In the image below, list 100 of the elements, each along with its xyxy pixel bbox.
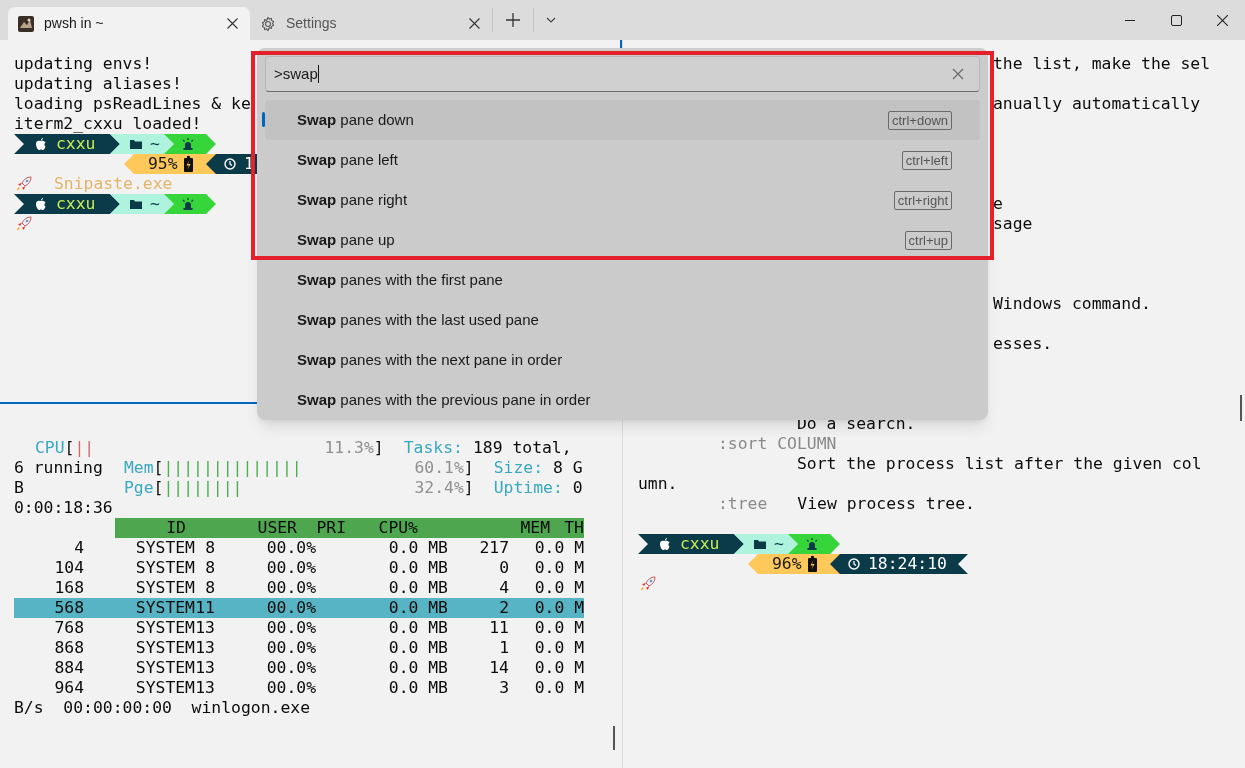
process-value: 13 — [195, 638, 215, 658]
terminal-text: e — [993, 194, 1003, 213]
process-value: 0.0 MB — [387, 658, 448, 678]
process-value: 00.0% — [265, 558, 316, 578]
meter-label: Mem — [124, 458, 154, 478]
key-binding: ctrl+up — [904, 230, 952, 250]
bracket: [ — [153, 458, 164, 478]
terminal-line: updating aliases! — [14, 74, 182, 93]
tab-title: pwsh in ~ — [44, 14, 105, 33]
palette-item-label: Swap panes with the last used pane — [297, 309, 540, 330]
process-value: 0.0 MB — [387, 678, 448, 698]
meter-label: Pge — [124, 478, 154, 498]
stat-label: Tasks: — [403, 438, 463, 458]
terminal-text: View process tree. — [797, 494, 975, 513]
stat-value: 189 total, — [472, 438, 572, 458]
stat-label: Uptime: — [493, 478, 563, 498]
process-value: 0.0 MB — [387, 578, 448, 598]
process-value: 104 — [53, 558, 84, 578]
process-value: 568 — [53, 598, 84, 618]
process-value: 4 — [73, 538, 84, 558]
stat-value: 8 G — [553, 458, 583, 478]
palette-item-label: Swap panes with the previous pane in order — [297, 389, 592, 410]
process-value: 14 — [488, 658, 509, 678]
meter-reading: 60.1% — [414, 458, 464, 478]
process-value: 0.0 M — [533, 618, 584, 638]
prompt-user: cxxu — [56, 134, 96, 154]
process-value: SYSTEM — [134, 638, 195, 658]
usage-ticks: || — [74, 438, 95, 457]
terminal-text: 0:00:18:36 — [14, 498, 113, 517]
terminal-text: Windows command. — [993, 294, 1151, 313]
process-value: 0.0 MB — [387, 638, 448, 658]
process-value: 00.0% — [265, 538, 316, 558]
palette-item-label: Swap pane down — [297, 109, 415, 130]
process-value: 217 — [478, 538, 509, 558]
prompt-user: cxxu — [56, 194, 96, 214]
terminal-line: updating envs! — [14, 54, 153, 73]
palette-item-label: Swap panes with the next pane in order — [297, 349, 564, 370]
terminal-text: :tree — [718, 494, 768, 513]
terminal-text: 6 running — [14, 458, 104, 478]
process-value: SYSTEM — [134, 618, 195, 638]
process-value: 0.0 M — [533, 678, 584, 698]
palette-item-label: Swap pane up — [297, 229, 396, 250]
palette-item-label: Swap pane left — [297, 149, 399, 170]
process-value: 0.0 M — [533, 538, 584, 558]
process-value: 00.0% — [265, 618, 316, 638]
usage-ticks: |||||||| — [163, 478, 243, 497]
bracket: [ — [153, 478, 164, 498]
process-value: 168 — [53, 578, 84, 598]
process-value: 0.0 M — [533, 578, 584, 598]
process-value: 11 — [195, 598, 215, 618]
process-value: 0.0 MB — [387, 538, 448, 558]
terminal-line: iterm2_cxxu loaded! — [14, 114, 202, 133]
program-name: Snipaste.exe — [54, 174, 173, 194]
stat-value: 0 — [572, 478, 583, 498]
process-value: 0.0 M — [533, 638, 584, 658]
terminal-text: esses. — [993, 334, 1053, 353]
palette-item-label: Swap pane right — [297, 189, 409, 210]
meter-reading: 11.3% — [324, 438, 374, 458]
process-value: 4 — [498, 578, 509, 598]
header-label: MEM — [519, 518, 550, 538]
process-value: 00.0% — [265, 638, 316, 658]
usage-ticks: |||||||||||||| — [163, 458, 302, 477]
meter-label: CPU — [35, 438, 65, 458]
process-value: 0.0 MB — [387, 618, 448, 638]
battery-level: 96% — [772, 554, 802, 574]
header-label: USER — [256, 518, 297, 538]
terminal-text: Sort the process list after the given col — [797, 454, 1202, 473]
meter-reading: 32.4% — [414, 478, 464, 498]
process-value: 1 — [498, 638, 509, 658]
terminal-text: :sort COLUMN — [718, 434, 837, 453]
process-value: 13 — [195, 618, 215, 638]
terminal-text: the list, make the sel — [993, 54, 1211, 73]
prompt-directory: ~ — [150, 134, 160, 154]
stat-label: Size: — [493, 458, 544, 478]
process-value: 3 — [498, 678, 509, 698]
process-value: 0.0 MB — [387, 598, 448, 618]
process-value: SYSTEM — [134, 578, 195, 598]
process-value: 13 — [195, 678, 215, 698]
process-value: SYSTEM — [134, 678, 195, 698]
process-value: 11 — [488, 618, 509, 638]
process-value: 0 — [498, 558, 509, 578]
bracket: ] — [463, 478, 474, 498]
process-value: 8 — [204, 538, 215, 558]
terminal-text: sage — [993, 214, 1033, 233]
bracket: ] — [373, 438, 384, 458]
tab-title: Settings — [286, 14, 338, 33]
process-value: 2 — [498, 598, 509, 618]
process-value: 0.0 M — [533, 598, 584, 618]
terminal-line: B/s 00:00:00:00 winlogon.exe — [14, 698, 311, 717]
prompt-user: cxxu — [680, 534, 720, 554]
process-value: 00.0% — [265, 598, 316, 618]
process-value: 8 — [204, 578, 215, 598]
process-value: SYSTEM — [134, 598, 195, 618]
bracket: [ — [64, 438, 75, 458]
process-value: 13 — [195, 658, 215, 678]
key-binding: ctrl+down — [888, 110, 952, 130]
process-value: 8 — [204, 558, 215, 578]
prompt-time: 18:24:10 — [868, 554, 947, 574]
bracket: ] — [463, 458, 474, 478]
process-value: 868 — [53, 638, 84, 658]
